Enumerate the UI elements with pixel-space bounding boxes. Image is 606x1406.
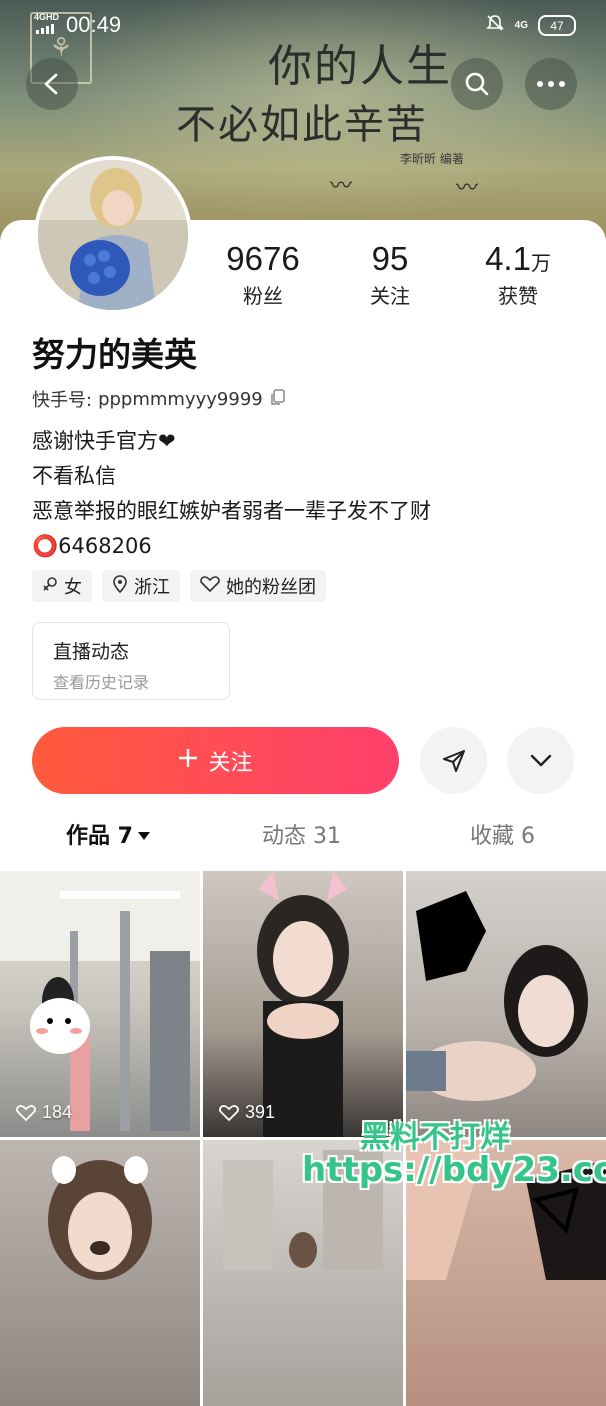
fan-club-heart-icon (200, 575, 220, 597)
kuaishou-id-label: 快手号: (32, 390, 93, 411)
tag-location-label: 浙江 (134, 577, 170, 598)
bio-line: ⭕6468206 (32, 534, 152, 558)
bio-line: 恶意举报的眼红嫉妒者弱者一辈子发不了财 (32, 499, 431, 523)
video-thumbnail[interactable]: 391 (203, 871, 403, 1137)
tab-moments-label: 动态 31 (262, 824, 341, 849)
status-bar: 4GHD 00:49 4G 47 (0, 0, 606, 50)
video-likes: 391 (219, 1102, 275, 1123)
bird-icon: 〰 (456, 176, 479, 201)
tag-gender: 女 (32, 570, 92, 602)
stat-likes[interactable]: 4.1万 获赞 (458, 240, 578, 309)
watermark-text-line2: https://bdy23.co (302, 1150, 606, 1190)
kuaishou-id: pppmmmyyy9999 (98, 388, 263, 410)
back-arrow-icon (44, 73, 58, 95)
search-icon (465, 72, 489, 96)
kuaishou-id-row: 快手号: pppmmmyyy9999 (32, 386, 287, 412)
mute-bell-icon (485, 13, 505, 38)
signal-bars-icon (36, 24, 54, 34)
likes-unit: 万 (530, 253, 551, 275)
gym-scene-image (0, 871, 200, 1131)
followers-count: 9676 (226, 240, 300, 277)
portrait-image (406, 891, 588, 1101)
live-history-card[interactable]: 直播动态 查看历史记录 (32, 622, 230, 700)
more-options-button[interactable] (525, 58, 577, 110)
bio-line: 不看私信 (32, 464, 116, 488)
following-label: 关注 (370, 284, 410, 308)
location-pin-icon (112, 574, 128, 598)
tag-fan-club[interactable]: 她的粉丝团 (190, 570, 326, 602)
portrait-image (257, 871, 349, 1137)
cover-text-line2: 不必如此辛苦 (176, 102, 428, 148)
video-likes-count: 184 (42, 1102, 73, 1122)
back-button[interactable] (26, 58, 78, 110)
expand-recommend-button[interactable] (507, 727, 574, 794)
tab-works[interactable]: 作品 7 (66, 818, 151, 850)
heart-outline-icon (16, 1104, 36, 1121)
video-likes-count: 391 (245, 1102, 276, 1122)
followers-label: 粉丝 (243, 284, 283, 308)
status-time: 00:49 (66, 12, 122, 37)
stat-followers[interactable]: 9676 粉丝 (203, 240, 323, 309)
search-button[interactable] (451, 58, 503, 110)
tab-moments[interactable]: 动态 31 (262, 818, 341, 850)
following-count: 95 (371, 240, 409, 277)
tag-gender-label: 女 (64, 577, 82, 598)
tab-favorites-label: 收藏 6 (470, 824, 535, 849)
profile-bio: 感谢快手官方❤ 不看私信 恶意举报的眼红嫉妒者弱者一辈子发不了财 ⭕646820… (32, 424, 431, 564)
video-thumbnail[interactable] (0, 1140, 200, 1406)
bird-icon: 〰 (330, 174, 353, 199)
more-dots-icon (537, 81, 565, 87)
profile-tags: 女 浙江 她的粉丝团 (32, 570, 326, 602)
tag-fan-club-label: 她的粉丝团 (226, 577, 316, 598)
plus-icon (178, 748, 198, 774)
bio-line: 感谢快手官方❤ (32, 429, 176, 453)
likes-label: 获赞 (498, 284, 538, 308)
portrait-image (48, 1156, 152, 1280)
tab-works-label: 作品 7 (66, 824, 133, 849)
live-subtitle: 查看历史记录 (53, 673, 150, 692)
signal-type: 4GHD (34, 12, 60, 22)
tab-favorites[interactable]: 收藏 6 (470, 818, 535, 850)
video-thumbnail[interactable] (406, 871, 606, 1137)
cover-author: 李昕昕 编著 (400, 152, 464, 166)
send-message-button[interactable] (420, 727, 487, 794)
caret-down-icon (137, 822, 151, 847)
battery-level: 47 (550, 18, 564, 33)
follow-button[interactable]: 关注 (32, 727, 399, 794)
network-type: 4G (514, 20, 528, 31)
avatar[interactable] (34, 156, 192, 314)
content-tabs: 作品 7 动态 31 收藏 6 (0, 818, 606, 864)
likes-count: 4.1 (485, 240, 531, 277)
video-thumbnail[interactable]: 184 (0, 871, 200, 1137)
follow-label: 关注 (208, 750, 253, 776)
stat-following[interactable]: 95 关注 (330, 240, 450, 309)
live-title: 直播动态 (53, 641, 130, 663)
video-likes: 184 (16, 1102, 72, 1123)
send-plane-icon (442, 749, 465, 772)
avatar-photo (38, 160, 188, 310)
copy-icon[interactable] (269, 388, 287, 411)
gender-female-icon (42, 576, 58, 597)
tag-location: 浙江 (102, 570, 180, 602)
heart-outline-icon (219, 1104, 239, 1121)
profile-name: 努力的美英 (32, 335, 197, 374)
chevron-down-icon (530, 754, 551, 766)
battery-icon: 47 (538, 15, 576, 36)
